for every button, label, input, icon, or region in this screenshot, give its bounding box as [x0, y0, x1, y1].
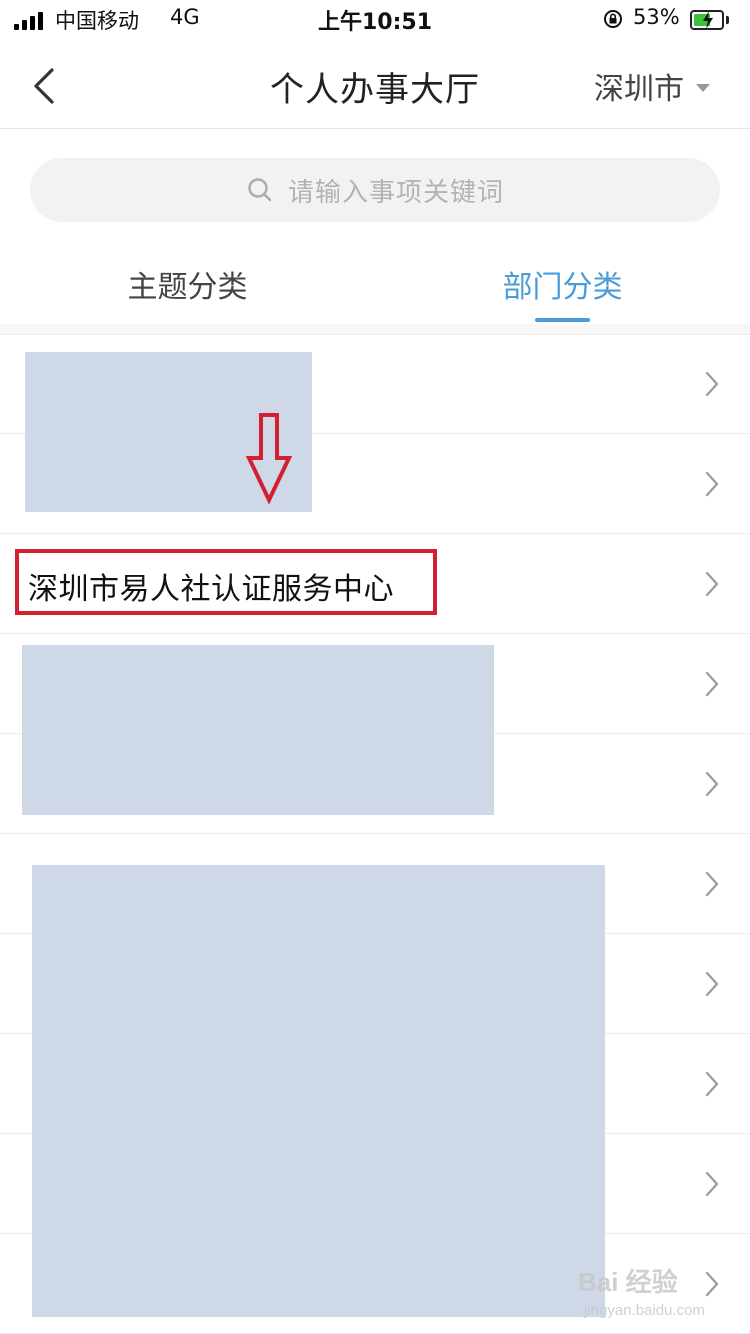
- nav-bar: 个人办事大厅 深圳市: [0, 44, 750, 129]
- chevron-right-icon: [705, 1171, 719, 1197]
- battery-tip: [726, 16, 729, 24]
- chevron-right-icon: [705, 1071, 719, 1097]
- chevron-right-icon: [705, 871, 719, 897]
- down-arrow-icon: [245, 413, 293, 504]
- chevron-right-icon: [705, 971, 719, 997]
- status-bar: 中国移动 4G 上午10:51 53%: [0, 0, 750, 44]
- search-icon: [248, 178, 272, 202]
- watermark-text: Bai 经验: [578, 1267, 678, 1297]
- battery-charging-icon: [690, 10, 724, 30]
- active-tab-indicator: [535, 318, 590, 322]
- category-tabs: 主题分类 部门分类: [0, 242, 750, 325]
- redaction-block: [32, 865, 605, 1317]
- tab-topic-category[interactable]: 主题分类: [0, 262, 375, 306]
- watermark-logo: Bai 经验 jingyan.baidu.com: [578, 1262, 728, 1328]
- battery-percent: 53%: [633, 5, 680, 29]
- chevron-right-icon: [705, 671, 719, 697]
- redaction-block: [22, 645, 494, 815]
- city-selector[interactable]: 深圳市: [594, 64, 710, 108]
- chevron-right-icon: [705, 371, 719, 397]
- tab-department-category[interactable]: 部门分类: [375, 262, 750, 306]
- highlight-box: [15, 549, 437, 615]
- city-label: 深圳市: [594, 72, 684, 107]
- orientation-lock-icon: [604, 10, 622, 28]
- search-input[interactable]: 请输入事项关键词: [30, 158, 720, 222]
- chevron-right-icon: [705, 471, 719, 497]
- chevron-right-icon: [705, 571, 719, 597]
- watermark-url: jingyan.baidu.com: [584, 1302, 705, 1319]
- search-placeholder: 请输入事项关键词: [287, 177, 504, 208]
- chevron-right-icon: [705, 771, 719, 797]
- caret-down-icon: [696, 84, 710, 92]
